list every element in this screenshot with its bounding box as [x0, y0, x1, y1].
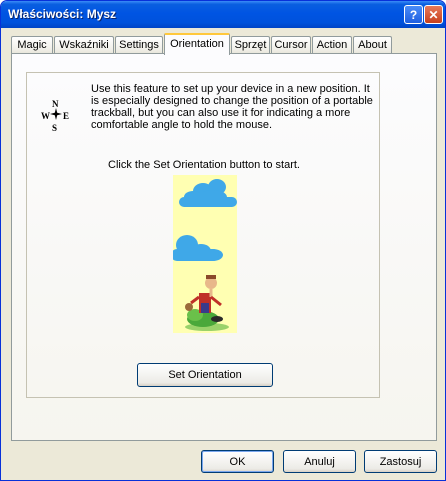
window-title: Właściwości: Mysz — [8, 7, 117, 21]
properties-dialog: Właściwości: Mysz ? ✕ Magic Wskaźniki Se… — [0, 0, 446, 481]
compass-w: W — [41, 111, 50, 121]
orientation-illustration — [173, 175, 237, 333]
ok-button[interactable]: OK — [201, 450, 274, 473]
compass-star-icon — [50, 108, 62, 120]
compass-icon: N W E S — [41, 99, 70, 135]
tab-about[interactable]: About — [353, 36, 392, 54]
set-orientation-button[interactable]: Set Orientation — [137, 363, 273, 387]
cancel-button[interactable]: Anuluj — [283, 450, 356, 473]
orientation-group: N W E S Use this feature to set up your … — [26, 72, 380, 398]
tab-action[interactable]: Action — [312, 36, 352, 54]
tab-wskazniki[interactable]: Wskaźniki — [54, 36, 114, 54]
title-bar[interactable]: Właściwości: Mysz ? ✕ — [1, 1, 445, 28]
apply-button[interactable]: Zastosuj — [364, 450, 437, 473]
orientation-panel: N W E S Use this feature to set up your … — [11, 53, 437, 441]
close-button[interactable]: ✕ — [424, 5, 443, 24]
tab-cursor[interactable]: Cursor — [271, 36, 311, 54]
orientation-hint: Click the Set Orientation button to star… — [108, 159, 300, 171]
tab-settings[interactable]: Settings — [115, 36, 163, 54]
tab-sprzet[interactable]: Sprzęt — [231, 36, 270, 54]
help-button[interactable]: ? — [404, 5, 423, 24]
tab-magic[interactable]: Magic — [11, 36, 53, 54]
orientation-description: Use this feature to set up your device i… — [91, 83, 373, 131]
tab-orientation[interactable]: Orientation — [164, 33, 230, 55]
compass-s: S — [52, 123, 58, 133]
clouds-and-figure-image — [173, 179, 237, 331]
compass-e: E — [63, 111, 70, 121]
help-icon: ? — [409, 7, 418, 22]
close-icon: ✕ — [428, 7, 439, 22]
